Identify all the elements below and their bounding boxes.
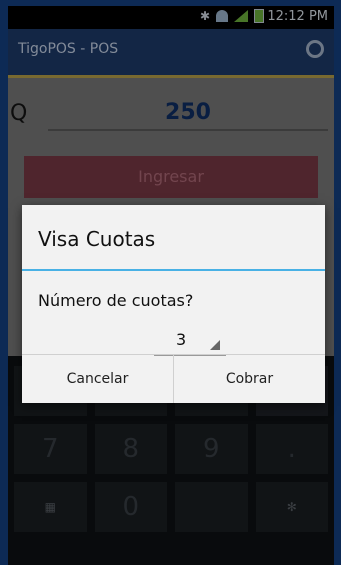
dialog-button-bar: Cancelar Cobrar bbox=[22, 354, 325, 403]
installments-question: Número de cuotas? bbox=[38, 291, 194, 310]
dialog-title: Visa Cuotas bbox=[38, 227, 156, 251]
cobrar-button[interactable]: Cobrar bbox=[173, 355, 325, 403]
installments-value: 3 bbox=[176, 330, 187, 349]
visa-cuotas-dialog: Visa Cuotas Número de cuotas? 3 Cancelar… bbox=[22, 205, 325, 403]
dropdown-caret-icon bbox=[210, 340, 220, 350]
dialog-title-divider bbox=[22, 269, 325, 271]
installments-spinner[interactable]: 3 bbox=[154, 328, 226, 356]
cancelar-button[interactable]: Cancelar bbox=[22, 355, 173, 403]
